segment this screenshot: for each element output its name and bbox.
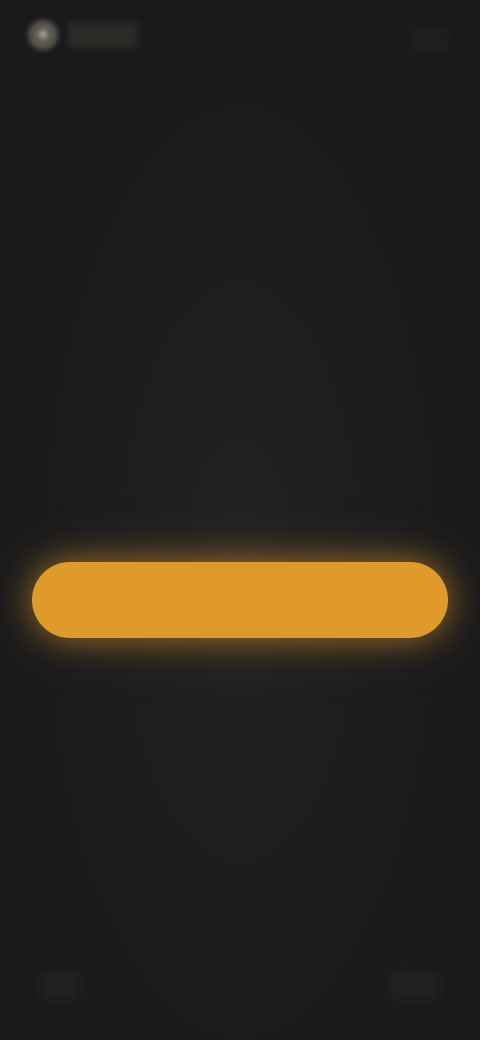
page-heading — [105, 412, 375, 452]
bottom-right-element — [390, 970, 440, 1000]
app-logo[interactable]: ✦ — [28, 10, 158, 60]
top-bar: ✦ — [0, 0, 480, 80]
bottom-left-element — [40, 970, 80, 1000]
menu-icon[interactable] — [410, 24, 450, 58]
menu-icon-bar — [410, 38, 450, 42]
menu-icon-bar — [410, 29, 450, 33]
app-logo-icon: ✦ — [28, 20, 58, 50]
app-screen: ✦ — [0, 0, 480, 1040]
primary-action-button[interactable] — [32, 562, 448, 638]
app-logo-text — [68, 22, 138, 48]
main-content — [0, 380, 480, 638]
page-subtitle — [45, 490, 435, 520]
menu-icon-bar — [410, 47, 450, 51]
